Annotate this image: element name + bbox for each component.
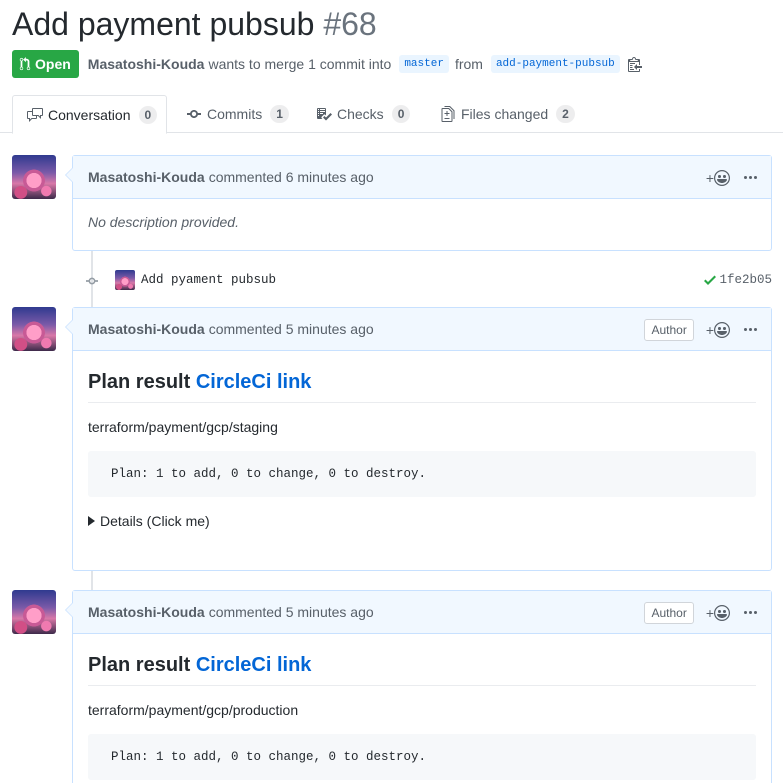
timeline-line (91, 571, 93, 591)
terraform-path: terraform/payment/gcp/production (88, 702, 299, 718)
comment-timestamp[interactable]: commented 5 minutes ago (209, 604, 374, 620)
plan-code-block: Plan: 1 to add, 0 to change, 0 to destro… (88, 734, 756, 780)
comment-actions: Author + (644, 591, 757, 634)
comment-actions: Author + (644, 308, 757, 351)
from-text: from (454, 56, 483, 72)
tab-counter: 2 (556, 105, 575, 123)
reaction-plus: + (705, 169, 714, 186)
kebab-horizontal-icon[interactable] (744, 170, 757, 186)
plan-heading-text: Plan result (88, 371, 191, 393)
check-icon[interactable] (704, 272, 717, 288)
merge-text: wants to merge 1 commit into (208, 56, 392, 72)
tab-files-changed[interactable]: Files changed 2 (440, 95, 575, 133)
plan-code-block: Plan: 1 to add, 0 to change, 0 to destro… (88, 451, 756, 497)
commit-sha-link[interactable]: 1fe2b05 (719, 273, 772, 287)
author-badge: Author (644, 318, 694, 341)
tab-label: Files changed (461, 106, 549, 122)
comment-discussion-icon (27, 107, 43, 122)
pr-title: Add payment pubsub (12, 6, 315, 42)
avatar[interactable] (12, 155, 56, 199)
reaction-plus: + (705, 321, 714, 338)
head-branch[interactable]: add-payment-pubsub (490, 55, 620, 73)
state-badge: Open (12, 50, 79, 78)
avatar[interactable] (12, 590, 56, 634)
pr-tabs: Conversation 0 Commits 1 Checks 0 Files … (0, 95, 783, 134)
state-label: Open (35, 56, 71, 72)
reaction-plus: + (705, 604, 714, 621)
comment: Masatoshi-Kouda commented 6 minutes ago … (65, 155, 772, 251)
author-badge: Author (644, 601, 694, 624)
comment-timestamp[interactable]: commented 5 minutes ago (209, 321, 374, 337)
triangle-right-icon (88, 516, 95, 526)
comment-body: No description provided. (73, 199, 771, 245)
comment: Masatoshi-Kouda commented 5 minutes ago … (65, 307, 772, 571)
smiley-icon (714, 604, 730, 621)
tab-commits[interactable]: Commits 1 (186, 95, 289, 133)
comment-body: Plan result CircleCi link terraform/paym… (73, 351, 771, 544)
commit-sha: 1fe2b05 (704, 272, 772, 288)
avatar[interactable] (12, 307, 56, 351)
smiley-icon (714, 321, 730, 338)
circleci-link[interactable]: CircleCi link (196, 654, 312, 676)
add-reaction-button[interactable]: + (705, 169, 730, 186)
comment: Masatoshi-Kouda commented 5 minutes ago … (65, 590, 772, 783)
tab-checks[interactable]: Checks 0 (316, 95, 411, 133)
comment-actions: + (706, 156, 757, 199)
commit-event: Add pyament pubsub 1fe2b05 (0, 266, 783, 294)
plan-heading-text: Plan result (88, 654, 191, 676)
kebab-horizontal-icon[interactable] (744, 322, 757, 338)
base-branch[interactable]: master (399, 55, 449, 73)
file-diff-icon (441, 106, 455, 122)
pr-author-link[interactable]: Masatoshi-Kouda (88, 56, 205, 72)
git-pull-request-icon (19, 57, 31, 71)
plan-heading: Plan result CircleCi link (88, 654, 756, 686)
tab-label: Checks (337, 106, 384, 122)
comment-header: Masatoshi-Kouda commented 5 minutes ago … (73, 591, 771, 634)
comment-body: Plan result CircleCi link terraform/paym… (73, 634, 771, 783)
smiley-icon (714, 169, 730, 186)
plan-heading: Plan result CircleCi link (88, 371, 756, 403)
tab-label: Commits (207, 106, 263, 122)
details-toggle[interactable]: Details (Click me) (88, 513, 756, 529)
tab-counter: 1 (270, 105, 289, 123)
comment-header: Masatoshi-Kouda commented 5 minutes ago … (73, 308, 771, 351)
comment-author-link[interactable]: Masatoshi-Kouda (88, 321, 205, 337)
comment-author-link[interactable]: Masatoshi-Kouda (88, 604, 205, 620)
tab-label: Conversation (48, 106, 131, 123)
comment-header: Masatoshi-Kouda commented 6 minutes ago … (73, 156, 771, 199)
comment-timestamp[interactable]: commented 6 minutes ago (209, 169, 374, 185)
details-summary: Details (Click me) (100, 513, 210, 529)
comment-text: No description provided. (88, 214, 239, 230)
clippy-icon[interactable] (627, 56, 642, 72)
checklist-icon (317, 108, 332, 121)
kebab-horizontal-icon[interactable] (744, 605, 757, 621)
comment-author-link[interactable]: Masatoshi-Kouda (88, 169, 205, 185)
add-reaction-button[interactable]: + (705, 604, 730, 621)
tab-counter: 0 (391, 105, 411, 123)
add-reaction-button[interactable]: + (705, 321, 730, 338)
pr-meta: Open Masatoshi-Kouda wants to merge 1 co… (12, 50, 642, 78)
tab-conversation[interactable]: Conversation 0 (12, 95, 167, 134)
git-commit-icon (187, 110, 201, 118)
commit-avatar[interactable] (115, 270, 135, 290)
git-commit-icon (86, 275, 98, 287)
circleci-link[interactable]: CircleCi link (196, 371, 312, 393)
terraform-path: terraform/payment/gcp/staging (88, 419, 278, 435)
commit-message-link[interactable]: Add pyament pubsub (141, 273, 276, 287)
tab-counter: 0 (138, 105, 158, 124)
pr-number: #68 (323, 6, 377, 42)
pr-title-bar: Add payment pubsub #68 (12, 6, 377, 43)
